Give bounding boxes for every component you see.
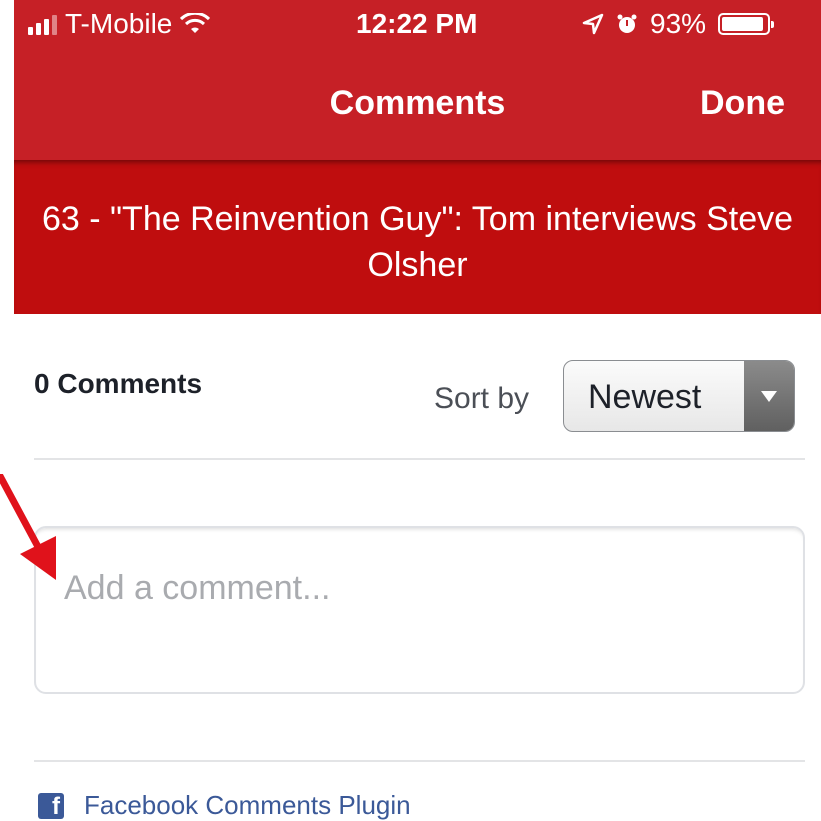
done-button[interactable]: Done <box>700 84 785 123</box>
battery-percent: 93% <box>650 8 707 39</box>
sort-label: Sort by <box>434 382 530 415</box>
comment-box[interactable] <box>34 526 805 694</box>
sort-value: Newest <box>588 378 702 416</box>
comment-count: 0 Comments <box>34 368 203 399</box>
facebook-comments-plugin-link[interactable]: f Facebook Comments Plugin <box>38 790 411 821</box>
episode-title: 63 - "The Reinvention Guy": Tom intervie… <box>41 200 794 284</box>
red-arrow-annotation <box>0 474 56 580</box>
moon-icon <box>556 14 566 34</box>
plugin-label: Facebook Comments Plugin <box>84 790 411 820</box>
status-time: 12:22 PM <box>356 8 478 39</box>
chevron-down-icon <box>744 361 794 431</box>
signal-bars-icon <box>28 13 57 35</box>
location-arrow-icon <box>582 13 604 35</box>
divider-bottom <box>34 760 805 762</box>
comment-input[interactable] <box>62 568 766 609</box>
wifi-icon <box>180 13 211 33</box>
alarm-icon <box>617 14 637 33</box>
status-right: 93% <box>552 8 775 40</box>
sort-select[interactable]: Newest <box>563 360 795 432</box>
episode-title-banner: 63 - "The Reinvention Guy": Tom intervie… <box>14 160 821 314</box>
status-left: T-Mobile <box>28 8 211 40</box>
battery-icon <box>718 13 775 35</box>
carrier-label: T-Mobile <box>65 8 173 39</box>
divider-top <box>34 458 805 460</box>
app-header: T-Mobile 12:22 PM 93% Comments Done <box>14 0 821 160</box>
status-bar: T-Mobile 12:22 PM 93% <box>14 0 821 52</box>
